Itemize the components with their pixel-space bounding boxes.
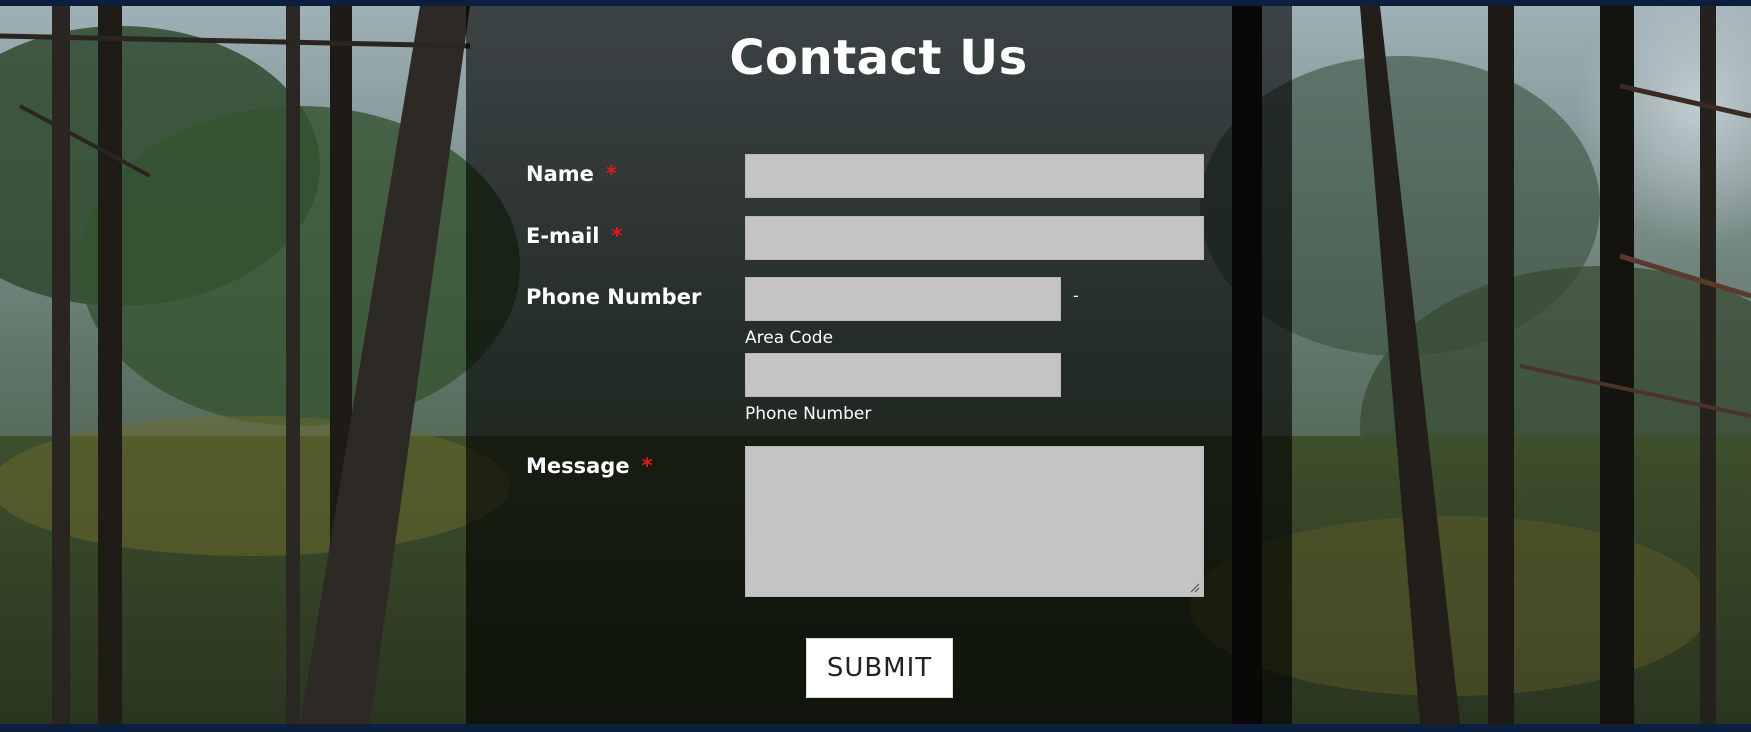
name-label-text: Name	[526, 162, 594, 186]
phone-number-input[interactable]	[745, 353, 1061, 397]
phone-label: Phone Number	[526, 283, 701, 311]
area-code-input[interactable]	[745, 277, 1061, 321]
contact-page: Contact Us Name * E-mail * Phone Number - …	[0, 0, 1751, 732]
required-marker: *	[605, 162, 617, 186]
message-textarea[interactable]	[745, 446, 1204, 597]
email-label: E-mail *	[526, 222, 623, 250]
phone-separator: -	[1073, 286, 1079, 305]
page-title: Contact Us	[729, 30, 1028, 86]
phone-label-text: Phone Number	[526, 285, 702, 309]
email-label-text: E-mail	[526, 224, 600, 248]
name-label: Name *	[526, 160, 617, 188]
phone-number-sublabel: Phone Number	[745, 404, 872, 424]
message-label-text: Message	[526, 454, 630, 478]
message-label: Message *	[526, 452, 653, 480]
top-strip	[0, 0, 1751, 6]
name-input[interactable]	[745, 154, 1204, 198]
submit-button[interactable]: SUBMIT	[806, 638, 953, 698]
bottom-strip	[0, 724, 1751, 732]
required-marker: *	[641, 454, 653, 478]
required-marker: *	[611, 224, 623, 248]
email-input[interactable]	[745, 216, 1204, 260]
resize-grip-icon[interactable]	[1188, 581, 1200, 593]
area-code-sublabel: Area Code	[745, 328, 834, 348]
contact-form: Contact Us Name * E-mail * Phone Number - …	[0, 0, 1751, 732]
